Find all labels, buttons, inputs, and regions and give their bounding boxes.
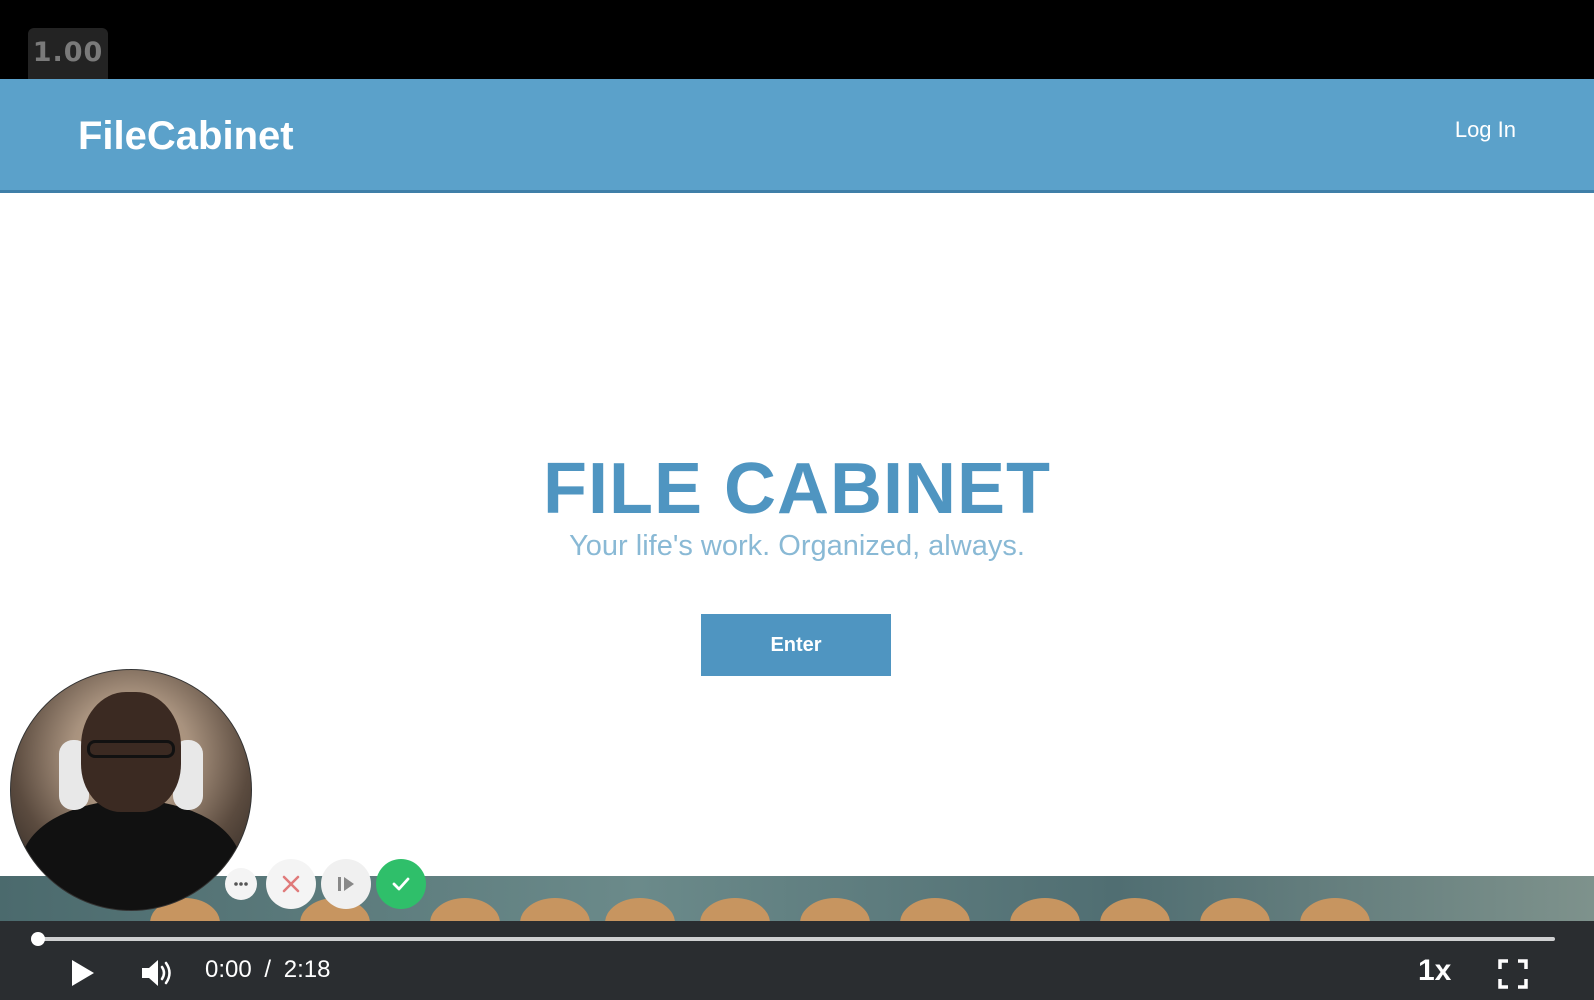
- keyboard-key-decoration: [1200, 898, 1270, 921]
- time-separator: /: [264, 956, 272, 983]
- brand-logo-text[interactable]: FileCabinet: [78, 114, 294, 159]
- progress-scrubber[interactable]: [31, 932, 45, 946]
- keyboard-key-decoration: [800, 898, 870, 921]
- keyboard-key-decoration: [1300, 898, 1370, 921]
- more-options-button[interactable]: [225, 868, 257, 900]
- resume-recording-button[interactable]: [321, 859, 371, 909]
- ellipsis-icon: [234, 882, 248, 886]
- site-header: FileCabinet Log In: [0, 79, 1594, 193]
- webcam-bubble[interactable]: [10, 669, 252, 911]
- keyboard-key-decoration: [430, 898, 500, 921]
- cancel-recording-button[interactable]: [266, 859, 316, 909]
- webcam-person-shirt: [21, 800, 241, 910]
- duration: 2:18: [283, 956, 331, 983]
- keyboard-key-decoration: [605, 898, 675, 921]
- play-icon[interactable]: [66, 957, 98, 989]
- resume-icon: [338, 877, 354, 891]
- webcam-person-glasses: [87, 740, 175, 758]
- login-link[interactable]: Log In: [1455, 117, 1516, 143]
- progress-bar[interactable]: [37, 937, 1555, 941]
- checkmark-icon: [392, 877, 410, 891]
- finish-recording-button[interactable]: [376, 859, 426, 909]
- current-time: 0:00: [205, 956, 252, 983]
- time-display: 0:00 / 2:18: [205, 956, 330, 984]
- keyboard-key-decoration: [1010, 898, 1080, 921]
- keyboard-key-decoration: [900, 898, 970, 921]
- keyboard-key-decoration: [700, 898, 770, 921]
- enter-button[interactable]: Enter: [701, 614, 891, 676]
- video-player-controls: 0:00 / 2:18 1x: [0, 921, 1594, 1000]
- zoom-level-badge: 1.00: [28, 28, 108, 86]
- hero-subtitle: Your life's work. Organized, always.: [569, 530, 1025, 562]
- close-icon: [282, 875, 300, 893]
- keyboard-key-decoration: [1100, 898, 1170, 921]
- volume-icon[interactable]: [140, 957, 176, 989]
- recording-top-bar: [0, 0, 1594, 79]
- playback-speed-button[interactable]: 1x: [1418, 954, 1451, 988]
- hero-title: FILE CABINET: [543, 449, 1051, 529]
- keyboard-key-decoration: [520, 898, 590, 921]
- fullscreen-icon[interactable]: [1498, 959, 1528, 989]
